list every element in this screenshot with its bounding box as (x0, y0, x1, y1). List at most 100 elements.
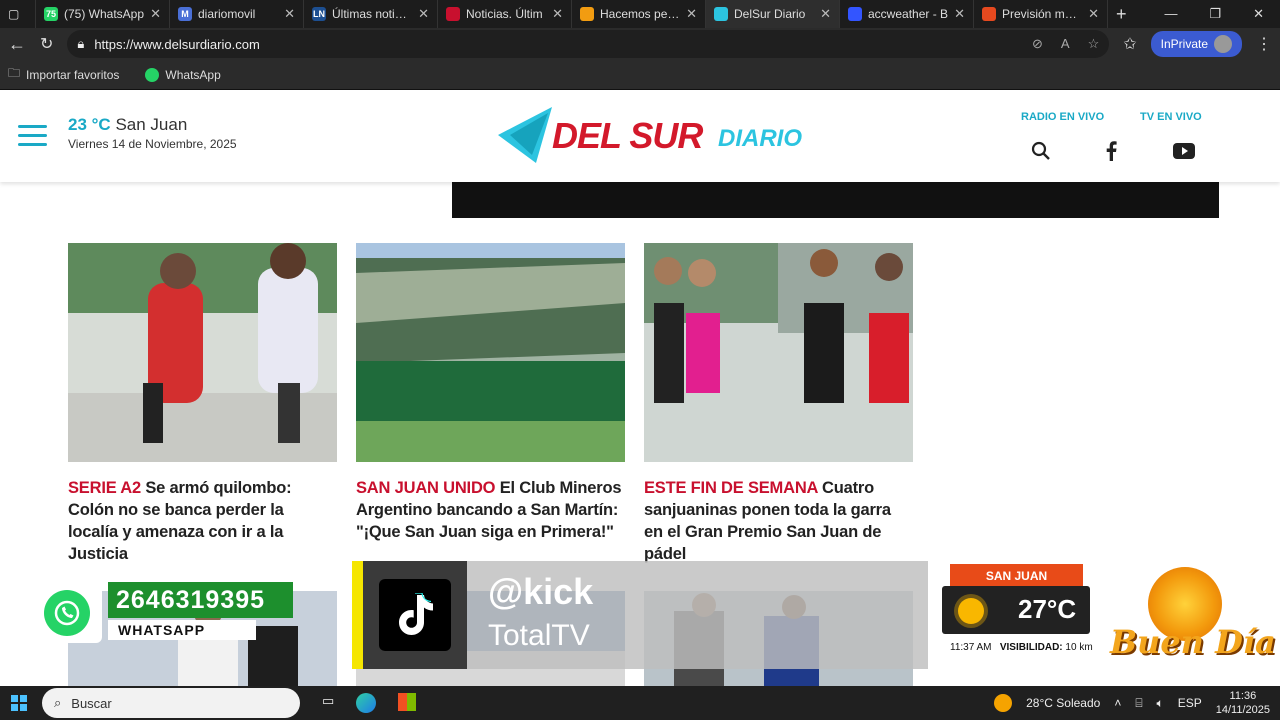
header-temperature: 23 °C (68, 115, 111, 134)
close-tab-icon[interactable]: ✕ (150, 6, 161, 22)
taskbar-search-placeholder: Buscar (71, 695, 112, 711)
task-view-icon[interactable]: ▭ (322, 693, 334, 713)
inprivate-label: InPrivate (1160, 37, 1208, 51)
close-tab-icon[interactable]: ✕ (418, 6, 429, 22)
search-icon[interactable] (1031, 141, 1051, 161)
hamburger-menu-icon[interactable] (18, 125, 47, 152)
weather-tray-icon[interactable] (994, 694, 1013, 712)
youtube-icon[interactable] (1173, 142, 1195, 160)
tab-favicon-icon: 75 (44, 7, 58, 21)
tray-weather[interactable]: 28°C Soleado (1026, 696, 1100, 710)
header-date: Viernes 14 de Noviembre, 2025 (68, 137, 237, 151)
article-card[interactable]: SERIE A2 Se armó quilombo: Colón no se b… (68, 243, 337, 565)
browser-tab[interactable]: Mdiariomovil ✕ (170, 0, 304, 28)
whatsapp-overlay[interactable]: 2646319395 WHATSAPP (32, 580, 302, 650)
url-text: https://www.delsurdiario.com (94, 36, 260, 52)
folder-icon: 🗀 (8, 66, 21, 80)
read-aloud-icon[interactable]: A (1061, 36, 1070, 52)
logo-arrow-icon (498, 107, 552, 163)
radio-en-vivo-link[interactable]: RADIO EN VIVO (1021, 111, 1104, 123)
url-field[interactable]: 🔒︎ https://www.delsurdiario.com ⊘ A ☆ (67, 30, 1110, 58)
article-image[interactable] (644, 243, 913, 462)
tray-clock[interactable]: 11:36 14/11/2025 (1216, 689, 1270, 717)
close-tab-icon[interactable]: ✕ (552, 6, 563, 22)
tab-title: Previsión meteo (1002, 7, 1083, 21)
tab-actions-button[interactable]: ▢ (0, 0, 36, 28)
tray-language[interactable]: ESP (1178, 696, 1202, 710)
buen-dia-overlay: Buen Día (1110, 561, 1276, 671)
network-icon[interactable]: ⌸ (1135, 696, 1142, 711)
taskbar-search[interactable]: ⌕ Buscar (42, 688, 300, 718)
tab-favicon-icon (446, 7, 460, 21)
whatsapp-label: WHATSAPP (108, 620, 256, 640)
tab-favicon-icon: LN (312, 7, 326, 21)
close-window-button[interactable]: ✕ (1253, 6, 1264, 22)
edge-icon[interactable] (356, 693, 377, 713)
facebook-icon[interactable] (1104, 141, 1118, 161)
site-logo[interactable]: DEL SUR DIARIO (496, 105, 806, 165)
favorite-import[interactable]: 🗀 Importar favoritos (8, 64, 119, 85)
store-icon[interactable] (398, 693, 417, 711)
logo-main-text: DEL SUR (552, 115, 703, 156)
tv-en-vivo-link[interactable]: TV EN VIVO (1140, 111, 1202, 123)
weather-temperature: 27°C (1018, 594, 1077, 624)
windows-taskbar: ⌕ Buscar ▭ 28°C Soleado ˄ ⌸ 🔈︎ ESP 11:36… (0, 686, 1280, 720)
browser-tab[interactable]: Noticias. Últim ✕ (438, 0, 572, 28)
tab-favicon-icon (714, 7, 728, 21)
browser-tab[interactable]: accweather - B ✕ (840, 0, 974, 28)
kick-overlay[interactable]: @kick TotalTV (352, 561, 928, 669)
featured-article-caption-band[interactable] (452, 182, 1219, 218)
refresh-icon[interactable]: ↻ (40, 34, 53, 54)
kick-channel: TotalTV (488, 619, 590, 652)
close-tab-icon[interactable]: ✕ (686, 6, 697, 22)
favorite-label: Importar favoritos (26, 67, 120, 82)
weather-footer: 11:37 AM VISIBILIDAD: 10 km (950, 642, 1093, 653)
site-header: 23 °C San Juan Viernes 14 de Noviembre, … (0, 91, 1280, 182)
browser-tab[interactable]: 75 (75) WhatsApp ✕ (36, 0, 170, 28)
back-icon[interactable]: ← (8, 34, 26, 55)
kick-handle: @kick (488, 571, 594, 612)
close-tab-icon[interactable]: ✕ (284, 6, 295, 22)
article-kicker: SAN JUAN UNIDO (356, 479, 496, 497)
close-tab-icon[interactable]: ✕ (1088, 6, 1099, 22)
article-card[interactable]: SAN JUAN UNIDO El Club Mineros Argentino… (356, 243, 625, 543)
close-tab-icon[interactable]: ✕ (954, 6, 965, 22)
maximize-button[interactable]: ❐ (1209, 6, 1221, 22)
buen-dia-text: Buen Día (1110, 623, 1276, 661)
visibility-label: VISIBILIDAD: (999, 642, 1063, 653)
volume-icon[interactable]: 🔈︎ (1157, 696, 1164, 711)
favorites-bar: 🗀 Importar favoritos WhatsApp (0, 60, 1280, 90)
new-tab-button[interactable]: + (1108, 0, 1144, 28)
tracking-icon[interactable]: ⊘ (1032, 36, 1043, 52)
browser-tab[interactable]: DelSur Diario ✕ (706, 0, 840, 28)
chevron-up-icon[interactable]: ˄ (1114, 696, 1121, 710)
article-card[interactable]: ESTE FIN DE SEMANA Cuatro sanjuaninas po… (644, 243, 913, 565)
tab-title: accweather - B (868, 7, 949, 21)
more-icon[interactable]: ⋮ (1256, 34, 1272, 54)
browser-tab[interactable]: Previsión meteo ✕ (974, 0, 1108, 28)
favorites-icon[interactable]: ✩ (1123, 34, 1136, 54)
close-tab-icon[interactable]: ✕ (820, 6, 831, 22)
favorite-label: WhatsApp (165, 67, 221, 82)
address-bar-row: ← ↻ 🔒︎ https://www.delsurdiario.com ⊘ A … (0, 28, 1280, 60)
article-kicker: ESTE FIN DE SEMANA (644, 479, 818, 497)
article-image[interactable] (68, 243, 337, 462)
kick-accent-bar (352, 561, 363, 669)
tab-title: diariomovil (198, 7, 256, 21)
article-image[interactable] (356, 243, 625, 462)
browser-tab[interactable]: Hacemos periodismo ✕ (572, 0, 706, 28)
start-button[interactable] (0, 686, 38, 720)
inprivate-button[interactable]: InPrivate (1150, 31, 1242, 57)
tab-title: Noticias. Últim (466, 7, 543, 21)
window-icon: ▢ (8, 7, 20, 21)
weather-widget: SAN JUAN 27°C 11:37 AM VISIBILIDAD: 10 k… (942, 564, 1093, 660)
browser-tab[interactable]: LN Últimas noticias ✕ (304, 0, 438, 28)
tray-date: 14/11/2025 (1215, 704, 1270, 716)
minimize-button[interactable]: — (1164, 6, 1177, 22)
lock-icon: 🔒︎ (77, 36, 85, 51)
star-icon[interactable]: ☆ (1088, 36, 1100, 52)
logo-sub-text: DIARIO (718, 125, 802, 152)
favorite-whatsapp[interactable]: WhatsApp (145, 67, 221, 82)
search-icon: ⌕ (54, 695, 62, 710)
tab-favicon-icon (580, 7, 594, 21)
